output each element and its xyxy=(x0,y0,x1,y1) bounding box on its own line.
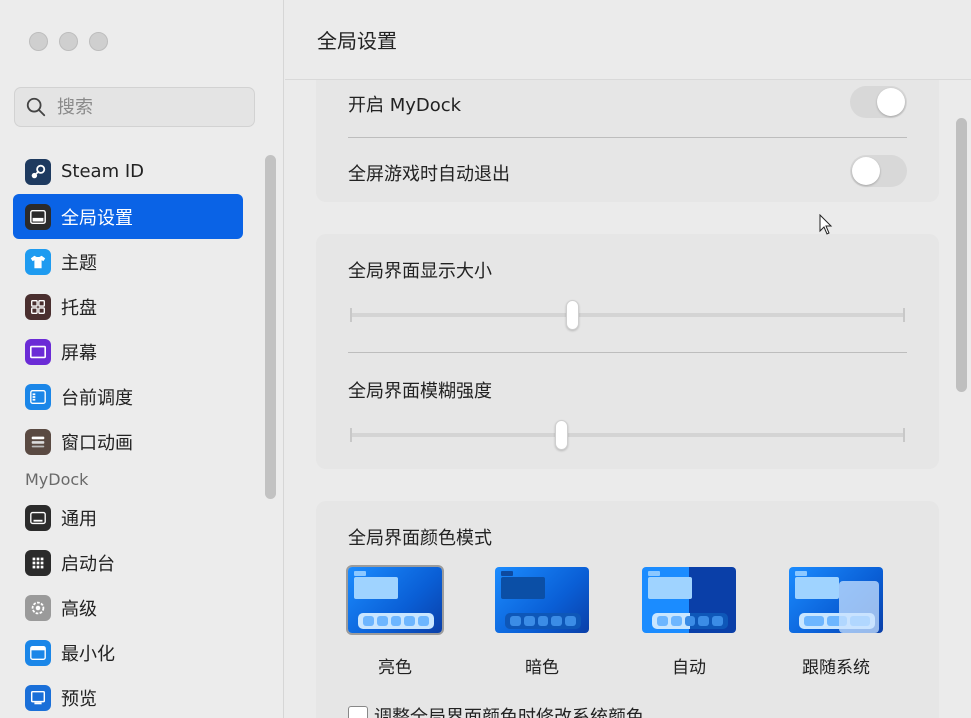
search-icon xyxy=(26,97,46,117)
modify-system-color-checkbox[interactable] xyxy=(348,706,368,718)
toggle-label-enable-mydock: 开启 MyDock xyxy=(348,95,462,116)
sidebar-item-tray[interactable]: 托盘 xyxy=(13,284,243,329)
sidebar-item-label: 全局设置 xyxy=(61,207,133,229)
launchpad-icon xyxy=(25,549,51,576)
toggle-knob xyxy=(852,157,880,185)
window-animation-icon xyxy=(25,428,51,455)
zoom-window-button[interactable] xyxy=(89,32,108,51)
sidebar-item-label: 高级 xyxy=(61,598,97,620)
sidebar: Steam ID 全局设置 主题 托盘 屏幕 xyxy=(0,0,284,718)
enable-mydock-toggle[interactable] xyxy=(850,86,907,118)
color-mode-label-auto: 自动 xyxy=(672,658,706,678)
sidebar-item-launchpad[interactable]: 启动台 xyxy=(13,540,243,585)
sidebar-item-label: 预览 xyxy=(61,688,97,710)
slider-label-blur-strength: 全局界面模糊强度 xyxy=(348,381,492,402)
toggles-card: 开启 MyDock 全屏游戏时自动退出 xyxy=(316,80,939,202)
mouse-cursor-icon xyxy=(819,214,833,235)
slider-thumb[interactable] xyxy=(566,300,579,330)
section-label-mydock: MyDock xyxy=(25,470,89,489)
divider xyxy=(348,137,907,138)
sidebar-item-label: 主题 xyxy=(61,252,97,274)
display-size-slider[interactable] xyxy=(350,300,905,330)
toggle-label-fullscreen-game-exit: 全屏游戏时自动退出 xyxy=(348,164,510,185)
sidebar-item-label: 屏幕 xyxy=(61,342,97,364)
color-mode-label-light: 亮色 xyxy=(378,658,412,678)
sidebar-item-label: 最小化 xyxy=(61,643,115,665)
steam-icon xyxy=(25,158,51,185)
sidebar-item-preview[interactable]: 预览 xyxy=(13,675,243,718)
sidebar-item-screen[interactable]: 屏幕 xyxy=(13,329,243,374)
sidebar-item-label: 窗口动画 xyxy=(61,432,133,454)
sidebar-item-label: 启动台 xyxy=(61,553,115,575)
grid-icon xyxy=(25,293,51,320)
color-mode-follow-system[interactable]: 跟随系统 xyxy=(787,565,885,678)
color-mode-card: 全局界面颜色模式 亮色 暗色 自动 跟随系统 调整全局界面颜色时修改系统颜色 xyxy=(316,501,939,718)
page-title: 全局设置 xyxy=(285,0,971,80)
auto-mode-preview xyxy=(640,565,738,635)
color-mode-label-dark: 暗色 xyxy=(525,658,559,678)
light-mode-preview xyxy=(346,565,444,635)
divider xyxy=(348,352,907,353)
sidebar-scrollbar[interactable] xyxy=(265,155,276,499)
sidebar-item-global-settings[interactable]: 全局设置 xyxy=(13,194,243,239)
sidebar-item-label: 台前调度 xyxy=(61,387,133,409)
blur-strength-slider[interactable] xyxy=(350,420,905,450)
color-mode-light[interactable]: 亮色 xyxy=(346,565,444,678)
stage-manager-icon xyxy=(25,383,51,410)
sidebar-item-label: 托盘 xyxy=(61,297,97,319)
minimize-window-button[interactable] xyxy=(59,32,78,51)
color-mode-label: 全局界面颜色模式 xyxy=(348,528,492,549)
checkbox-label: 调整全局界面颜色时修改系统颜色 xyxy=(374,707,644,718)
color-mode-label-follow-system: 跟随系统 xyxy=(802,658,870,678)
sidebar-item-theme[interactable]: 主题 xyxy=(13,239,243,284)
screen-icon xyxy=(25,338,51,365)
fullscreen-game-exit-toggle[interactable] xyxy=(850,155,907,187)
slider-tick-max xyxy=(903,428,905,442)
sidebar-item-label: 通用 xyxy=(61,508,97,530)
sidebar-item-minimize[interactable]: 最小化 xyxy=(13,630,243,675)
sidebar-item-general[interactable]: 通用 xyxy=(13,495,243,540)
window-controls xyxy=(29,32,108,51)
slider-tick-min xyxy=(350,428,352,442)
slider-label-display-size: 全局界面显示大小 xyxy=(348,261,492,282)
sidebar-nav: Steam ID 全局设置 主题 托盘 屏幕 台前调度 窗口动画 MyDock … xyxy=(13,149,243,718)
search-input[interactable] xyxy=(57,96,247,118)
main-scrollbar[interactable] xyxy=(956,118,967,392)
minimize-icon xyxy=(25,639,51,666)
modify-system-color-option[interactable]: 调整全局界面颜色时修改系统颜色 xyxy=(348,703,644,718)
sidebar-item-label: Steam ID xyxy=(61,161,145,182)
toggle-knob xyxy=(877,88,905,116)
color-mode-auto[interactable]: 自动 xyxy=(640,565,738,678)
preview-icon xyxy=(25,684,51,711)
slider-track xyxy=(350,433,905,437)
slider-tick-min xyxy=(350,308,352,322)
slider-track xyxy=(350,313,905,317)
sidebar-item-stage-manager[interactable]: 台前调度 xyxy=(13,374,243,419)
tshirt-icon xyxy=(25,248,51,275)
window-icon xyxy=(25,203,51,230)
color-mode-dark[interactable]: 暗色 xyxy=(493,565,591,678)
sidebar-item-steam-id[interactable]: Steam ID xyxy=(13,149,243,194)
main-content: 全局设置 开启 MyDock 全屏游戏时自动退出 全局界面显示大小 全局界面模糊… xyxy=(285,0,971,718)
search-box xyxy=(14,87,255,127)
sliders-card: 全局界面显示大小 全局界面模糊强度 xyxy=(316,234,939,469)
sidebar-item-window-animation[interactable]: 窗口动画 xyxy=(13,419,243,464)
gear-icon xyxy=(25,594,51,621)
follow-system-mode-preview xyxy=(787,565,885,635)
sidebar-item-advanced[interactable]: 高级 xyxy=(13,585,243,630)
slider-tick-max xyxy=(903,308,905,322)
dark-mode-preview xyxy=(493,565,591,635)
slider-thumb[interactable] xyxy=(554,420,568,450)
dock-general-icon xyxy=(25,504,51,531)
close-window-button[interactable] xyxy=(29,32,48,51)
